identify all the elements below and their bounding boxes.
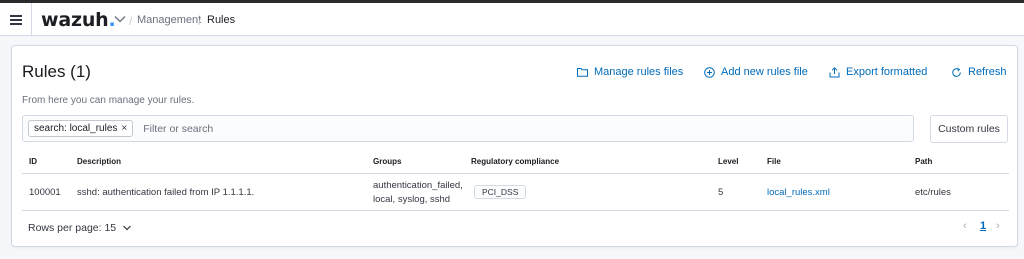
add-new-rules-file-label: Add new rules file xyxy=(721,66,808,78)
refresh-button[interactable]: Refresh xyxy=(951,66,1007,78)
next-page-icon[interactable]: › xyxy=(996,220,1000,232)
page-subtitle: From here you can manage your rules. xyxy=(22,95,195,106)
refresh-icon xyxy=(952,67,961,77)
breadcrumb-separator: / xyxy=(129,14,133,28)
compliance-badge: PCI_DSS xyxy=(474,185,527,199)
export-icon xyxy=(829,66,840,77)
search-input[interactable] xyxy=(143,122,744,135)
chevron-down-icon[interactable] xyxy=(113,12,127,26)
column-header-level[interactable]: Level xyxy=(718,157,738,166)
add-new-rules-file-button[interactable]: Add new rules file xyxy=(704,66,808,78)
export-formatted-label: Export formatted xyxy=(846,66,928,78)
breadcrumb-management[interactable]: Management xyxy=(137,14,201,26)
column-header-file[interactable]: File xyxy=(767,157,781,166)
rows-per-page-label: Rows per page: 15 xyxy=(28,222,117,234)
breadcrumb-rules: Rules xyxy=(207,14,236,26)
wazuh-logo[interactable]: wazuh. xyxy=(41,9,116,31)
rows-per-page-selector[interactable]: Rows per page: 15 xyxy=(28,222,132,234)
manage-rules-files-button[interactable]: Manage rules files xyxy=(577,66,683,78)
table-header-row: ID Description Groups Regulatory complia… xyxy=(22,150,1009,174)
export-formatted-button[interactable]: Export formatted xyxy=(829,66,927,78)
column-header-id[interactable]: ID xyxy=(29,157,37,166)
previous-page-icon[interactable]: ‹ xyxy=(963,220,967,232)
rule-groups-line1: authentication_failed, xyxy=(373,180,463,191)
column-header-path[interactable]: Path xyxy=(915,157,932,166)
header-divider xyxy=(31,3,32,36)
rule-description: sshd: authentication failed from IP 1.1.… xyxy=(77,187,255,198)
column-header-regulatory-compliance[interactable]: Regulatory compliance xyxy=(471,157,559,166)
search-filter-chip-label: search: local_rules xyxy=(34,123,118,134)
rule-groups-line2: local, syslog, sshd xyxy=(373,194,451,205)
search-bar[interactable]: search: local_rules × xyxy=(22,115,914,142)
close-icon[interactable]: × xyxy=(121,123,127,134)
top-header: wazuh. / Management / Rules xyxy=(0,3,1024,36)
menu-icon[interactable] xyxy=(10,15,22,25)
refresh-label: Refresh xyxy=(968,66,1007,78)
plus-circle-icon xyxy=(704,66,715,78)
rules-table: ID Description Groups Regulatory complia… xyxy=(22,150,1009,211)
manage-rules-files-label: Manage rules files xyxy=(594,66,684,78)
custom-rules-button[interactable]: Custom rules xyxy=(930,115,1008,143)
rule-id: 100001 xyxy=(29,187,61,198)
chevron-down-icon xyxy=(123,225,132,231)
page-title: Rules (1) xyxy=(22,62,91,81)
rule-file-link[interactable]: local_rules.xml xyxy=(767,187,830,198)
page-1-button[interactable]: 1 xyxy=(980,220,986,232)
table-row[interactable]: 100001 sshd: authentication failed from … xyxy=(22,174,1009,211)
rules-panel: Rules (1) Manage rules files Add new rul… xyxy=(11,45,1018,247)
column-header-groups[interactable]: Groups xyxy=(373,157,401,166)
search-filter-chip[interactable]: search: local_rules × xyxy=(28,120,134,137)
rule-level: 5 xyxy=(718,187,724,198)
column-header-description[interactable]: Description xyxy=(77,157,121,166)
breadcrumb-separator: / xyxy=(198,14,202,28)
folder-icon xyxy=(577,68,588,77)
rule-path: etc/rules xyxy=(915,187,951,198)
